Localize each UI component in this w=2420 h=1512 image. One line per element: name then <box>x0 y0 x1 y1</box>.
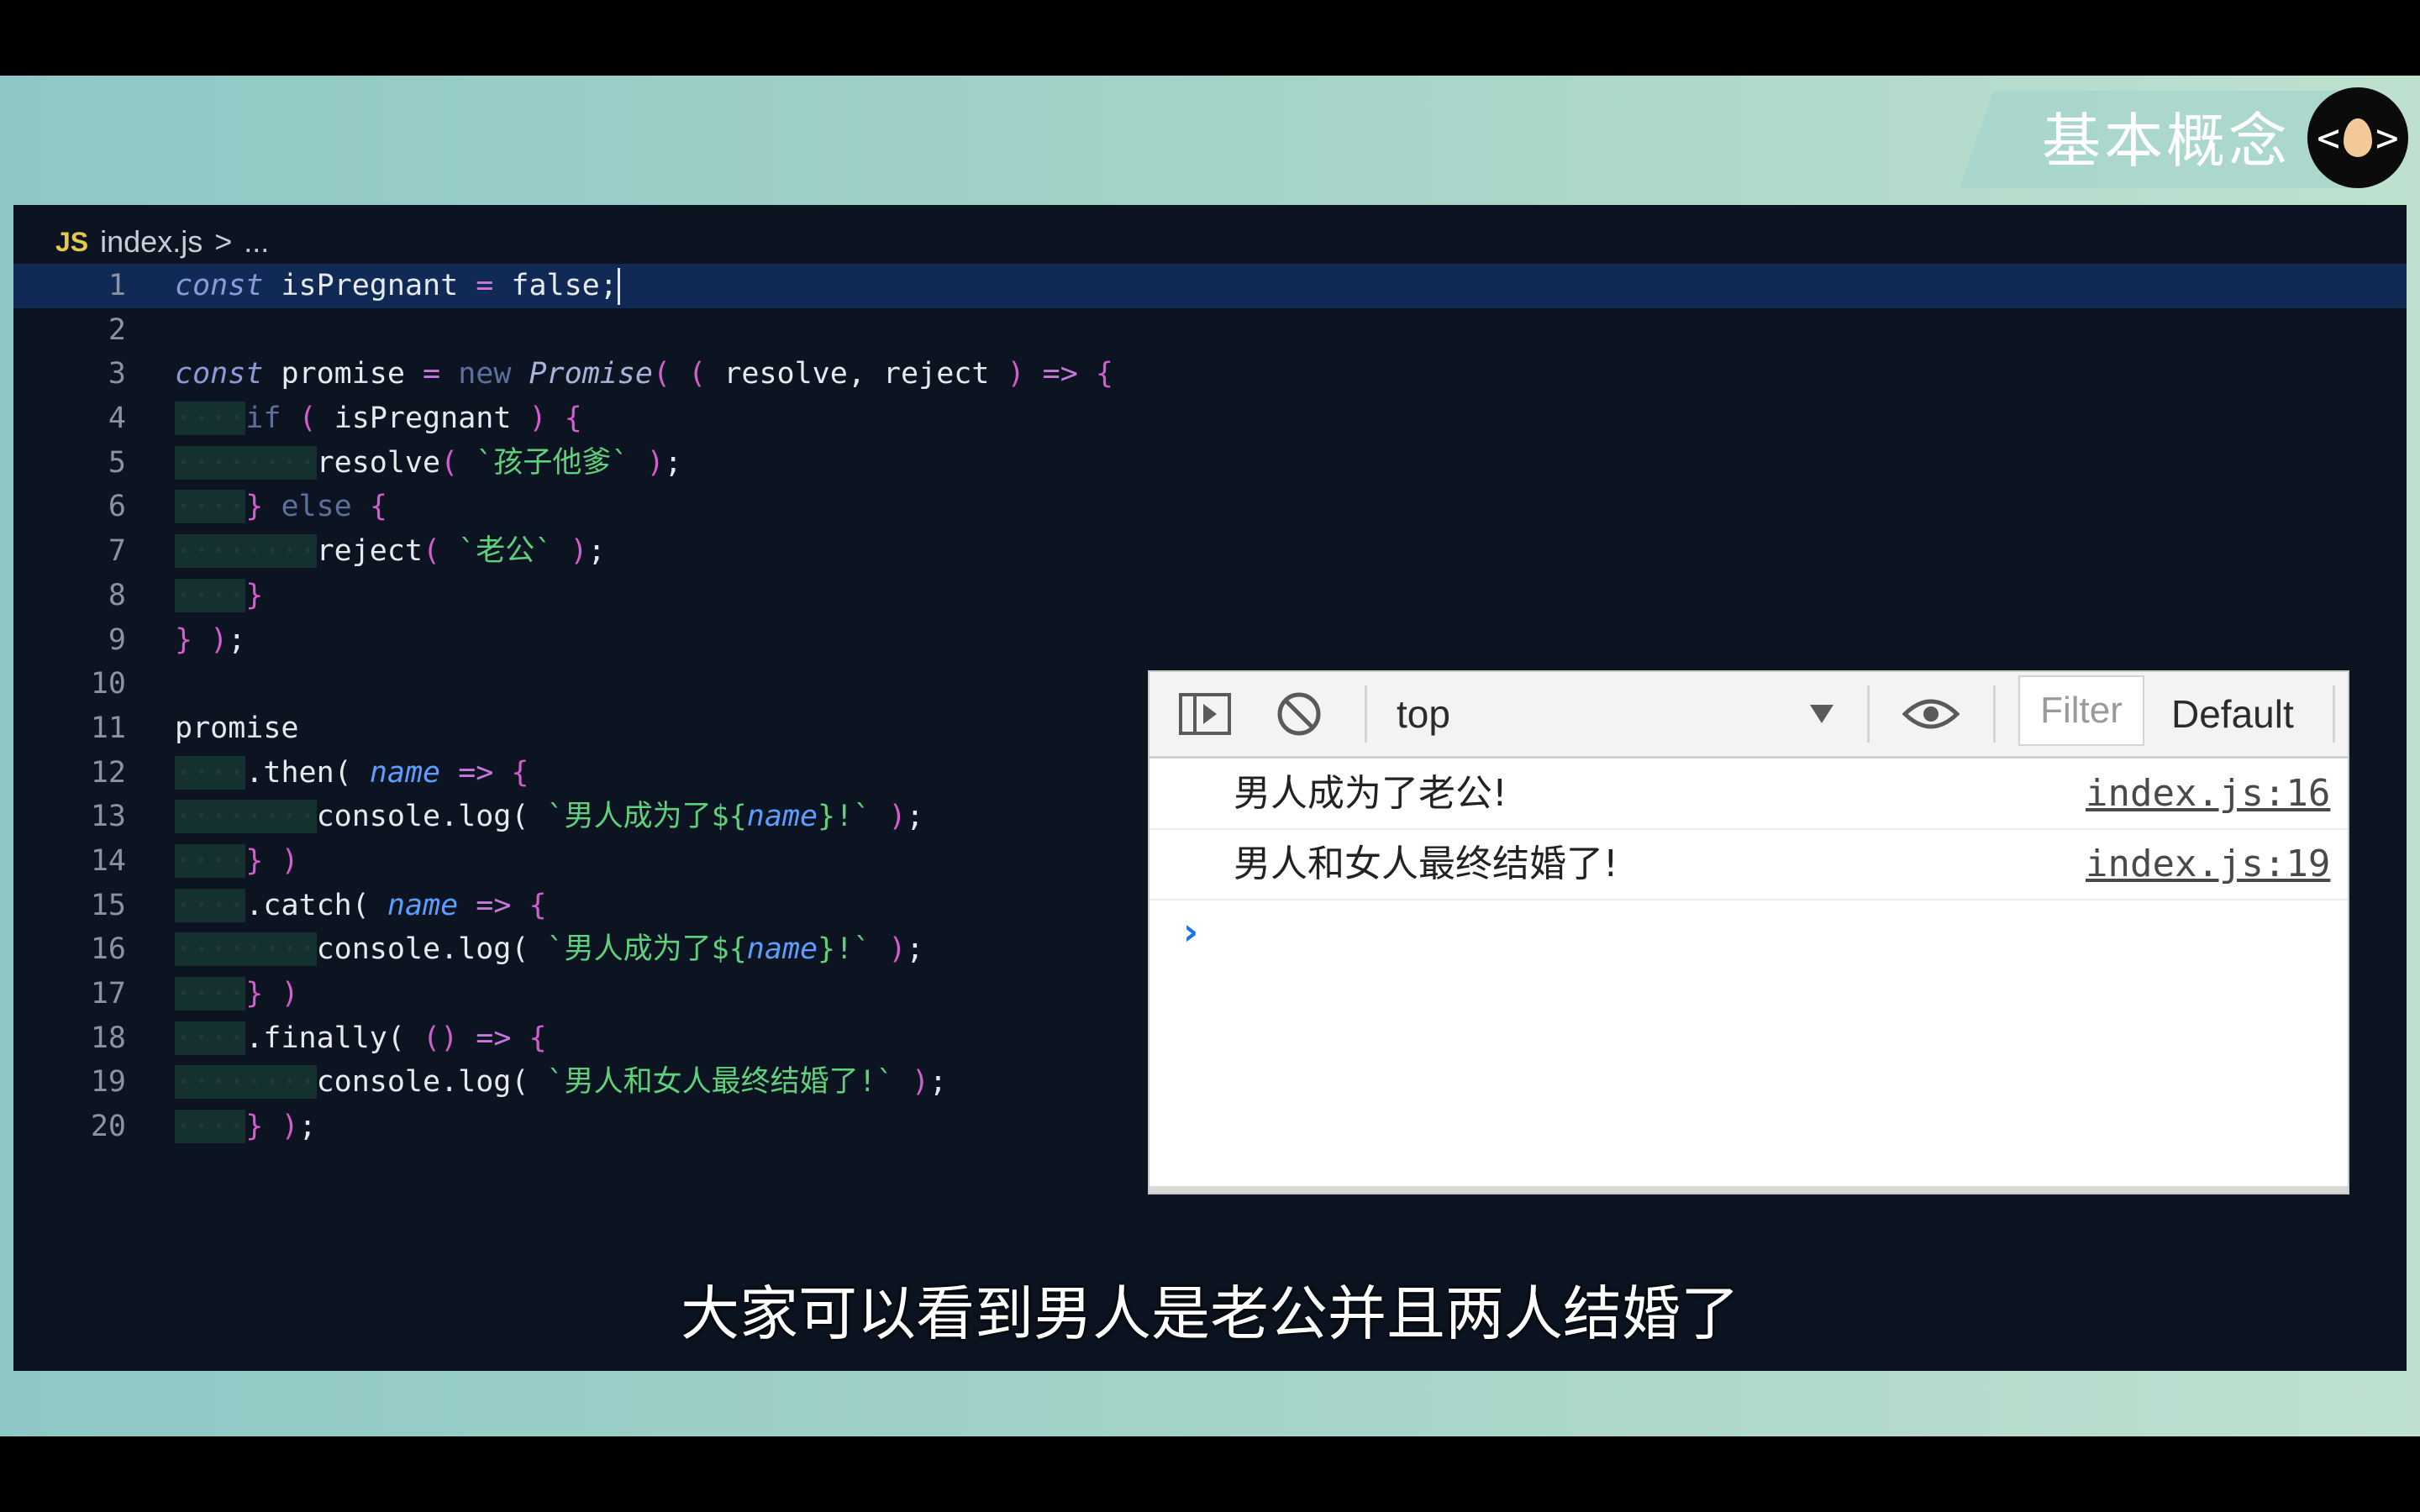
toolbar-divider <box>1365 685 1367 743</box>
line-source: ········console.log( `男人成为了${name}!` ); <box>175 800 924 834</box>
line-source: ········console.log( `男人和女人最终结婚了!` ); <box>175 1065 947 1100</box>
egg-logo-icon: < > <box>2307 87 2408 188</box>
line-source: ····if ( isPregnant ) { <box>175 402 582 436</box>
line-source: promise <box>175 711 299 745</box>
devtools-console: top Filter Default 男人成为了老公! index.js:16 … <box>1150 672 2348 1193</box>
line-source: ····} ) <box>175 977 299 1011</box>
toolbar-divider <box>1993 685 1996 743</box>
line-source: ········reject( `老公` ); <box>175 534 606 569</box>
toolbar-divider <box>1867 685 1870 743</box>
line-number: 1 <box>108 269 126 302</box>
letterbox-top <box>0 0 2420 76</box>
code-line-7[interactable]: 7 ········reject( `老公` ); <box>13 529 2407 574</box>
code-line-5[interactable]: 5 ········resolve( `孩子他爹` ); <box>13 441 2407 486</box>
line-source: ········console.log( `男人成为了${name}!` ); <box>175 932 924 967</box>
line-number: 15 <box>90 888 126 922</box>
line-number: 2 <box>108 312 126 347</box>
console-message: 男人成为了老公! index.js:16 <box>1150 759 2348 830</box>
line-source: ········resolve( `孩子他爹` ); <box>175 445 682 480</box>
code-line-9[interactable]: 9 } ); <box>13 618 2407 663</box>
line-source: ····.catch( name => { <box>175 888 547 922</box>
line-number: 4 <box>108 402 126 436</box>
breadcrumb: JS index.js > ... <box>55 220 269 264</box>
topic-badge-title: 基本概念 <box>2042 107 2291 176</box>
line-source: ····} ) <box>175 843 299 878</box>
code-line-4[interactable]: 4 ····if ( isPregnant ) { <box>13 396 2407 441</box>
egg-icon <box>2344 118 2372 157</box>
javascript-file-icon: JS <box>55 227 89 257</box>
filter-input[interactable]: Filter <box>2018 675 2144 746</box>
eye-icon[interactable] <box>1902 672 1960 756</box>
line-number: 5 <box>108 445 126 480</box>
line-number: 13 <box>90 800 126 834</box>
line-number: 3 <box>108 357 126 391</box>
console-message: 男人和女人最终结婚了! index.js:19 <box>1150 830 2348 900</box>
code-line-6[interactable]: 6 ····} else { <box>13 485 2407 529</box>
console-source-link[interactable]: index.js:16 <box>2086 759 2330 828</box>
line-source: ····.finally( () => { <box>175 1021 547 1055</box>
toolbar-divider <box>2333 685 2335 743</box>
code-line-3[interactable]: 3 const promise = new Promise( ( resolve… <box>13 352 2407 396</box>
logo-right-bracket: > <box>2375 115 2399 160</box>
line-source: ····.then( name => { <box>175 755 529 790</box>
line-number: 11 <box>90 711 126 745</box>
video-subtitle: 大家可以看到男人是老公并且两人结婚了 <box>681 1279 1739 1348</box>
console-message-text: 男人和女人最终结婚了! <box>1234 843 1618 885</box>
console-message-text: 男人成为了老公! <box>1234 772 1507 815</box>
letterbox-bottom <box>0 1436 2420 1512</box>
code-line-8[interactable]: 8 ····} <box>13 574 2407 618</box>
line-source: } ); <box>175 622 246 657</box>
console-prompt-icon[interactable]: › <box>1183 911 1217 961</box>
chevron-down-icon[interactable] <box>1808 672 1835 756</box>
code-line-2[interactable]: 2 <box>13 308 2407 353</box>
logo-left-bracket: < <box>2317 115 2340 160</box>
line-source: const promise = new Promise( ( resolve, … <box>175 357 1113 391</box>
breadcrumb-more[interactable]: ... <box>244 220 269 264</box>
line-number: 7 <box>108 534 126 569</box>
console-toolbar: top Filter Default <box>1150 672 2348 759</box>
line-number: 8 <box>108 578 126 612</box>
line-number: 17 <box>90 977 126 1011</box>
line-number: 16 <box>90 932 126 967</box>
console-bottom-border <box>1150 1186 2348 1193</box>
code-editor[interactable]: JS index.js > ... 1 const isPregnant = f… <box>13 205 2407 1371</box>
line-number: 18 <box>90 1021 126 1055</box>
code-line-1[interactable]: 1 const isPregnant = false; <box>13 264 2407 308</box>
line-number: 10 <box>90 667 126 701</box>
console-source-link[interactable]: index.js:19 <box>2086 830 2330 899</box>
text-cursor <box>617 268 620 305</box>
context-selector[interactable]: top <box>1397 672 1450 756</box>
line-number: 20 <box>90 1110 126 1144</box>
show-sidebar-icon[interactable] <box>1178 672 1232 756</box>
line-number: 12 <box>90 755 126 790</box>
breadcrumb-file[interactable]: index.js <box>100 220 203 264</box>
clear-console-icon[interactable] <box>1276 672 1323 756</box>
log-levels-dropdown[interactable]: Default <box>2171 672 2294 756</box>
line-source: const isPregnant = false; <box>175 264 620 308</box>
line-number: 6 <box>108 490 126 524</box>
line-number: 19 <box>90 1065 126 1100</box>
line-number: 9 <box>108 622 126 657</box>
line-source: ····} ); <box>175 1110 317 1144</box>
line-source: ····} <box>175 578 264 612</box>
line-source: ····} else { <box>175 490 387 524</box>
line-number: 14 <box>90 843 126 878</box>
breadcrumb-separator: > <box>214 224 233 259</box>
